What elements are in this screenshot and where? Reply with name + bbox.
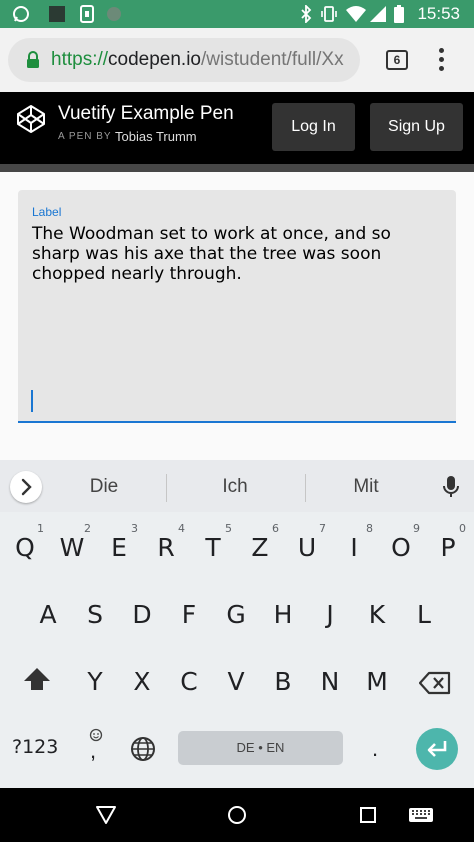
url-text[interactable]: https://codepen.io/wistudent/full/Xx <box>51 49 344 71</box>
period-key[interactable]: . <box>372 736 378 762</box>
system-nav-bar <box>0 788 474 842</box>
browser-menu-button[interactable] <box>432 46 452 74</box>
keyboard-switch-icon[interactable] <box>408 807 434 823</box>
header-divider <box>0 164 474 172</box>
suggestion-3[interactable]: Mit <box>316 476 416 498</box>
suggestion-1[interactable]: Die <box>54 476 154 498</box>
space-bar[interactable]: DE • EN <box>178 731 343 765</box>
key-hint: 5 <box>225 522 232 535</box>
signal-icon <box>370 6 386 22</box>
app-square-icon <box>49 6 65 22</box>
key-hint: 4 <box>178 522 185 535</box>
sim-card-icon <box>80 5 94 23</box>
key-g[interactable]: G <box>214 588 258 642</box>
recents-nav-icon[interactable] <box>359 806 377 824</box>
key-n[interactable]: N <box>308 655 352 709</box>
url-host: codepen.io <box>108 49 201 70</box>
enter-button[interactable] <box>416 728 458 770</box>
chevron-right-icon <box>21 478 32 496</box>
back-nav-icon[interactable] <box>95 805 117 825</box>
key-hint: 8 <box>366 522 373 535</box>
key-k[interactable]: K <box>355 588 399 642</box>
clock: 15:53 <box>417 4 460 23</box>
expand-toolbar-button[interactable] <box>10 471 42 503</box>
pen-by-label: A PEN BY <box>58 131 112 142</box>
bluetooth-icon <box>301 5 312 23</box>
pen-title: Vuetify Example Pen <box>58 103 234 124</box>
symbols-key[interactable]: ?123 <box>12 736 58 758</box>
vibrate-icon <box>321 6 337 22</box>
key-x[interactable]: X <box>120 655 164 709</box>
url-path: /wistudent/full/Xx <box>201 49 344 70</box>
browser-toolbar: https://codepen.io/wistudent/full/Xx 6 <box>0 28 474 92</box>
key-b[interactable]: B <box>261 655 305 709</box>
home-nav-icon[interactable] <box>227 805 247 825</box>
suggestion-2[interactable]: Ich <box>185 476 285 498</box>
shift-icon[interactable] <box>22 666 52 692</box>
key-hint: 3 <box>131 522 138 535</box>
soft-keyboard: Die Ich Mit Q W E R T Z U I O P 1 2 3 4 … <box>0 460 474 788</box>
suggestion-divider <box>166 474 167 502</box>
circle-icon <box>107 7 121 21</box>
pen-output: Label The Woodman set to work at once, a… <box>0 172 474 460</box>
key-l[interactable]: L <box>402 588 446 642</box>
enter-arrow-icon <box>427 741 447 757</box>
key-f[interactable]: F <box>167 588 211 642</box>
lock-icon <box>27 51 39 68</box>
suggestion-divider <box>305 474 306 502</box>
url-scheme: https:// <box>51 49 109 70</box>
login-button[interactable]: Log In <box>272 103 355 151</box>
text-caret <box>31 390 33 412</box>
key-a[interactable]: A <box>26 588 70 642</box>
key-hint: 2 <box>84 522 91 535</box>
comma-key[interactable]: , <box>90 738 96 764</box>
pen-author[interactable]: Tobias Trumm <box>115 129 197 144</box>
battery-icon <box>394 5 404 23</box>
key-hint: 6 <box>272 522 279 535</box>
codepen-header: Vuetify Example Pen A PEN BY Tobias Trum… <box>0 92 474 164</box>
key-hint: 1 <box>37 522 44 535</box>
textarea-value[interactable]: The Woodman set to work at once, and so … <box>32 224 442 284</box>
tab-switcher-button[interactable]: 6 <box>386 50 408 70</box>
textarea-field[interactable]: Label The Woodman set to work at once, a… <box>18 190 456 423</box>
microphone-icon[interactable] <box>441 475 461 499</box>
textarea-label: Label <box>32 205 62 219</box>
key-y[interactable]: Y <box>73 655 117 709</box>
key-s[interactable]: S <box>73 588 117 642</box>
whatsapp-icon <box>13 6 29 22</box>
backspace-icon[interactable] <box>419 671 451 695</box>
key-j[interactable]: J <box>308 588 352 642</box>
signup-button[interactable]: Sign Up <box>370 103 463 151</box>
key-hint: 7 <box>319 522 326 535</box>
codepen-logo-icon[interactable] <box>16 104 46 134</box>
key-h[interactable]: H <box>261 588 305 642</box>
key-v[interactable]: V <box>214 655 258 709</box>
address-bar[interactable]: https://codepen.io/wistudent/full/Xx <box>8 38 360 82</box>
status-bar: 15:53 <box>0 0 474 28</box>
key-hint: 9 <box>413 522 420 535</box>
key-hint: 0 <box>459 522 466 535</box>
wifi-icon <box>346 6 366 22</box>
globe-icon[interactable] <box>130 736 156 762</box>
key-c[interactable]: C <box>167 655 211 709</box>
key-d[interactable]: D <box>120 588 164 642</box>
suggestion-strip: Die Ich Mit <box>0 460 474 512</box>
key-m[interactable]: M <box>355 655 399 709</box>
